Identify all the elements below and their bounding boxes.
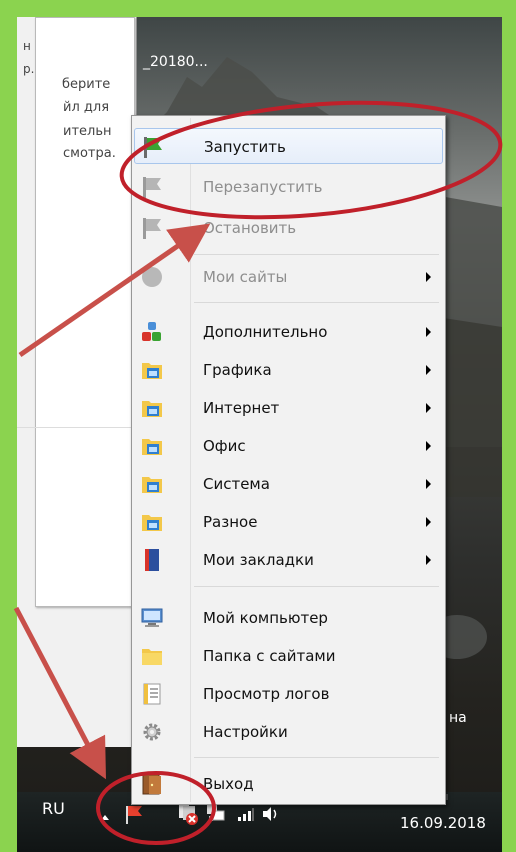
submenu-arrow-icon: [426, 272, 431, 282]
background-text-line: ительн: [63, 124, 112, 139]
action-center-error-icon[interactable]: [177, 802, 201, 826]
gray-circle-icon: [142, 267, 162, 287]
menu-item-stop[interactable]: Остановить: [134, 210, 443, 246]
menu-item-label: Графика: [203, 361, 272, 379]
menu-item-label: Дополнительно: [203, 323, 328, 341]
language-indicator[interactable]: RU: [42, 799, 65, 818]
menu-separator: [194, 586, 439, 587]
background-text-line: смотра.: [63, 146, 116, 161]
exit-door-icon: [142, 773, 161, 795]
menu-item-label: Разное: [203, 513, 258, 531]
folder-app-icon: [142, 515, 162, 531]
menu-item-label: Запустить: [204, 138, 286, 156]
menu-item-office[interactable]: Офис: [134, 428, 443, 464]
menu-item-label: Офис: [203, 437, 246, 455]
menu-item-sites-folder[interactable]: Папка с сайтами: [134, 638, 443, 674]
menu-item-view-logs[interactable]: Просмотр логов: [134, 676, 443, 712]
green-flag-icon: [144, 137, 162, 158]
menu-item-label: Папка с сайтами: [203, 647, 336, 665]
menu-item-internet[interactable]: Интернет: [134, 390, 443, 426]
background-text-line: берите: [62, 77, 111, 92]
menu-item-system[interactable]: Система: [134, 466, 443, 502]
taskbar-date[interactable]: 16.09.2018: [400, 814, 486, 832]
submenu-arrow-icon: [426, 517, 431, 527]
submenu-arrow-icon: [426, 365, 431, 375]
background-text-fragment: н: [23, 39, 31, 53]
background-divider: [17, 427, 135, 428]
submenu-arrow-icon: [426, 403, 431, 413]
gear-icon: [143, 723, 161, 741]
menu-item-label: Мой компьютер: [203, 609, 328, 627]
gray-flag-icon: [143, 218, 161, 239]
menu-separator: [194, 757, 439, 758]
menu-item-my-computer[interactable]: Мой компьютер: [134, 600, 443, 636]
computer-icon: [141, 608, 163, 627]
gray-flag-icon: [143, 177, 161, 198]
menu-item-bookmarks[interactable]: Мои закладки: [134, 542, 443, 578]
volume-icon[interactable]: [261, 805, 281, 823]
menu-item-exit[interactable]: Выход: [134, 766, 443, 802]
colored-blocks-icon: [142, 322, 161, 341]
menu-item-label: Выход: [203, 775, 254, 793]
background-text-line: йл для: [63, 100, 110, 115]
menu-item-label: Мои закладки: [203, 551, 314, 569]
folder-icon: [142, 649, 162, 665]
log-notepad-icon: [143, 683, 161, 705]
menu-item-label: Остановить: [203, 219, 297, 237]
submenu-arrow-icon: [426, 479, 431, 489]
folder-app-icon: [142, 401, 162, 417]
folder-app-icon: [142, 477, 162, 493]
menu-item-additional[interactable]: Дополнительно: [134, 314, 443, 350]
menu-item-label: Настройки: [203, 723, 288, 741]
background-window: н р. берите йл для ительн смотра.: [17, 17, 137, 747]
menu-separator: [194, 254, 439, 255]
menu-item-label: Просмотр логов: [203, 685, 330, 703]
show-hidden-icons-arrow[interactable]: [101, 815, 109, 820]
submenu-arrow-icon: [426, 555, 431, 565]
menu-item-label: Мои сайты: [203, 268, 288, 286]
submenu-arrow-icon: [426, 441, 431, 451]
window-title: _20180...: [143, 54, 208, 70]
menu-item-start[interactable]: Запустить: [134, 128, 443, 164]
menu-item-label: Интернет: [203, 399, 280, 417]
menu-separator: [194, 302, 439, 303]
red-flag-icon[interactable]: [124, 804, 144, 826]
menu-item-label: Система: [203, 475, 270, 493]
submenu-arrow-icon: [426, 327, 431, 337]
menu-item-misc[interactable]: Разное: [134, 504, 443, 540]
menu-item-settings[interactable]: Настройки: [134, 714, 443, 750]
desktop-label: на: [449, 710, 467, 726]
menu-item-my-sites[interactable]: Мои сайты: [134, 259, 443, 295]
bookmarks-book-icon: [145, 549, 159, 571]
folder-app-icon: [142, 363, 162, 379]
background-text-fragment: р.: [23, 62, 35, 76]
signal-bars-icon[interactable]: [237, 806, 255, 822]
menu-item-label: Перезапустить: [203, 178, 323, 196]
tray-context-menu: Запустить Перезапустить Остановить Мои с…: [131, 115, 446, 805]
menu-item-restart[interactable]: Перезапустить: [134, 169, 443, 205]
menu-item-graphics[interactable]: Графика: [134, 352, 443, 388]
folder-app-icon: [142, 439, 162, 455]
network-icon[interactable]: [205, 802, 227, 824]
